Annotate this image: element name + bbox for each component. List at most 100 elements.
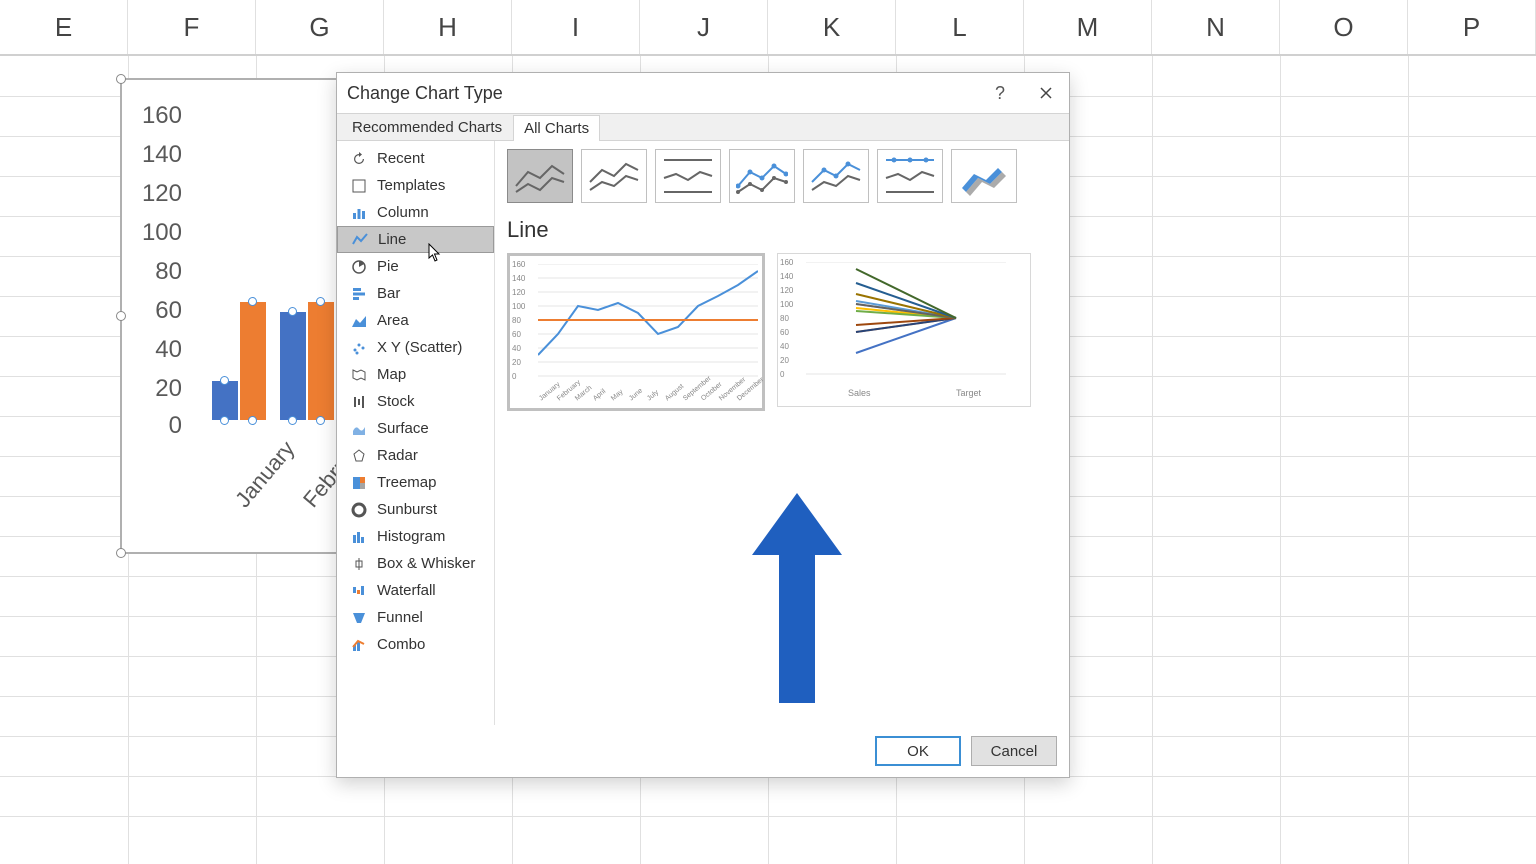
dialog-titlebar[interactable]: Change Chart Type ? bbox=[337, 73, 1069, 113]
chart-type-title: Line bbox=[507, 217, 1057, 243]
funnel-icon bbox=[351, 610, 367, 626]
category-funnel[interactable]: Funnel bbox=[337, 604, 494, 631]
category-label: Bar bbox=[377, 285, 400, 302]
y-tick: 80 bbox=[780, 314, 789, 323]
col-header[interactable]: I bbox=[512, 0, 640, 54]
category-scatter[interactable]: X Y (Scatter) bbox=[337, 334, 494, 361]
category-pie[interactable]: Pie bbox=[337, 253, 494, 280]
column-icon bbox=[351, 205, 367, 221]
stock-icon bbox=[351, 394, 367, 410]
col-header[interactable]: M bbox=[1024, 0, 1152, 54]
y-tick: 140 bbox=[512, 274, 525, 283]
category-label: Area bbox=[377, 312, 409, 329]
bar-target[interactable] bbox=[308, 302, 334, 420]
dialog-tabs: Recommended Charts All Charts bbox=[337, 113, 1069, 141]
category-label: Combo bbox=[377, 636, 425, 653]
col-header[interactable]: P bbox=[1408, 0, 1536, 54]
bar-sales[interactable] bbox=[212, 381, 238, 420]
subtype-3d-line[interactable] bbox=[951, 149, 1017, 203]
change-chart-type-dialog: Change Chart Type ? Recommended Charts A… bbox=[336, 72, 1070, 778]
x-label: January bbox=[230, 436, 300, 513]
x-label: Target bbox=[956, 388, 981, 398]
y-tick: 120 bbox=[142, 180, 182, 208]
histogram-icon bbox=[351, 529, 367, 545]
resize-handle[interactable] bbox=[116, 311, 126, 321]
category-column[interactable]: Column bbox=[337, 199, 494, 226]
category-map[interactable]: Map bbox=[337, 361, 494, 388]
subtype-line[interactable] bbox=[507, 149, 573, 203]
chart-category-list: Recent Templates ColumnLinePie Bar Area X Y (… bbox=[337, 141, 495, 725]
category-label: Funnel bbox=[377, 609, 423, 626]
y-tick: 20 bbox=[780, 356, 789, 365]
y-tick: 100 bbox=[780, 300, 793, 309]
surface-icon bbox=[351, 421, 367, 437]
map-icon bbox=[351, 367, 367, 383]
col-header[interactable]: J bbox=[640, 0, 768, 54]
category-combo[interactable]: Combo bbox=[337, 631, 494, 658]
help-button[interactable]: ? bbox=[977, 73, 1023, 113]
close-button[interactable] bbox=[1023, 73, 1069, 113]
subtype-line-markers[interactable] bbox=[729, 149, 795, 203]
category-line[interactable]: Line bbox=[337, 226, 494, 253]
category-recent[interactable]: Recent bbox=[337, 145, 494, 172]
tab-all-charts[interactable]: All Charts bbox=[513, 115, 600, 141]
y-tick: 0 bbox=[169, 412, 182, 440]
treemap-icon bbox=[351, 475, 367, 491]
y-tick: 160 bbox=[780, 258, 793, 267]
category-templates[interactable]: Templates bbox=[337, 172, 494, 199]
subtype-stacked-line-markers[interactable] bbox=[803, 149, 869, 203]
category-radar[interactable]: Radar bbox=[337, 442, 494, 469]
resize-handle[interactable] bbox=[116, 74, 126, 84]
col-header[interactable]: E bbox=[0, 0, 128, 54]
category-boxwhisker[interactable]: Box & Whisker bbox=[337, 550, 494, 577]
col-header[interactable]: O bbox=[1280, 0, 1408, 54]
ok-button[interactable]: OK bbox=[875, 736, 961, 766]
category-histogram[interactable]: Histogram bbox=[337, 523, 494, 550]
col-header[interactable]: L bbox=[896, 0, 1024, 54]
scatter-icon bbox=[351, 340, 367, 356]
y-tick: 60 bbox=[780, 328, 789, 337]
cancel-button[interactable]: Cancel bbox=[971, 736, 1057, 766]
category-label: Templates bbox=[377, 177, 445, 194]
subtype-100-stacked-line[interactable] bbox=[655, 149, 721, 203]
y-tick: 120 bbox=[780, 286, 793, 295]
subtype-stacked-line[interactable] bbox=[581, 149, 647, 203]
resize-handle[interactable] bbox=[116, 548, 126, 558]
chart-preview[interactable]: 160 140 120 100 80 60 40 20 0 bbox=[777, 253, 1031, 407]
close-icon bbox=[1040, 87, 1052, 99]
category-stock[interactable]: Stock bbox=[337, 388, 494, 415]
templates-icon bbox=[351, 178, 367, 194]
radar-icon bbox=[351, 448, 367, 464]
annotation-arrow-icon bbox=[747, 493, 847, 703]
x-label: June bbox=[628, 387, 644, 402]
category-bar[interactable]: Bar bbox=[337, 280, 494, 307]
col-header[interactable]: F bbox=[128, 0, 256, 54]
category-sunburst[interactable]: Sunburst bbox=[337, 496, 494, 523]
y-tick: 20 bbox=[512, 358, 521, 367]
col-header[interactable]: G bbox=[256, 0, 384, 54]
y-tick: 160 bbox=[512, 260, 525, 269]
tab-recommended-charts[interactable]: Recommended Charts bbox=[341, 114, 513, 140]
category-treemap[interactable]: Treemap bbox=[337, 469, 494, 496]
y-tick: 40 bbox=[780, 342, 789, 351]
col-header[interactable]: K bbox=[768, 0, 896, 54]
y-tick: 40 bbox=[512, 344, 521, 353]
category-label: Surface bbox=[377, 420, 429, 437]
y-tick: 140 bbox=[780, 272, 793, 281]
dialog-footer: OK Cancel bbox=[337, 725, 1069, 777]
chart-preview[interactable]: 160 140 120 100 80 60 40 20 0 bbox=[507, 253, 765, 411]
col-header[interactable]: N bbox=[1152, 0, 1280, 54]
bar-target[interactable] bbox=[240, 302, 266, 420]
bar-sales[interactable] bbox=[280, 312, 306, 420]
y-tick: 60 bbox=[512, 330, 521, 339]
boxwhisker-icon bbox=[351, 556, 367, 572]
col-header[interactable]: H bbox=[384, 0, 512, 54]
category-area[interactable]: Area bbox=[337, 307, 494, 334]
category-waterfall[interactable]: Waterfall bbox=[337, 577, 494, 604]
category-label: Waterfall bbox=[377, 582, 436, 599]
x-label: July bbox=[646, 389, 660, 402]
category-label: Map bbox=[377, 366, 406, 383]
category-surface[interactable]: Surface bbox=[337, 415, 494, 442]
subtype-100-stacked-line-markers[interactable] bbox=[877, 149, 943, 203]
recent-icon bbox=[351, 151, 367, 167]
